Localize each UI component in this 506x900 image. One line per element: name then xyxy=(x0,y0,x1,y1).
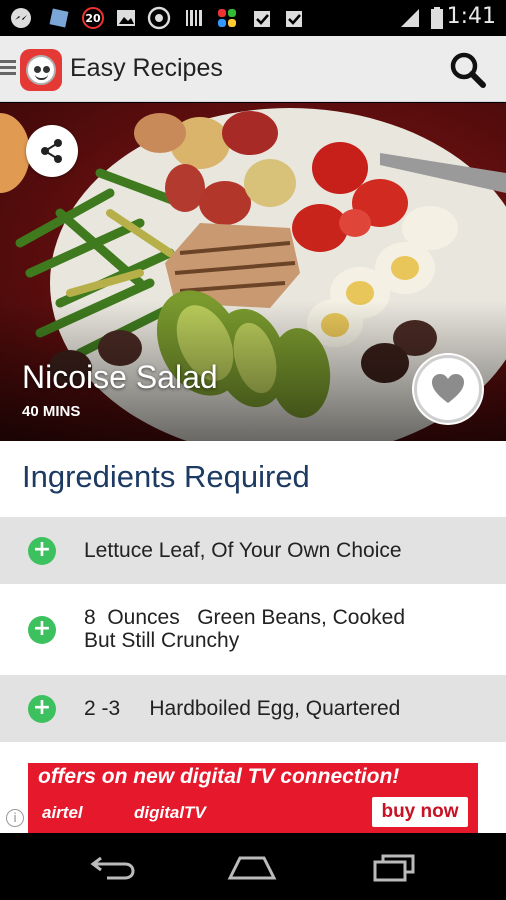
recipe-hero-image: Nicoise Salad 40 MINS xyxy=(0,103,506,441)
back-icon xyxy=(90,856,135,880)
whatsapp-icon xyxy=(146,6,172,30)
ad-banner[interactable]: i offers on new digital TV connection! a… xyxy=(0,763,506,833)
recents-icon xyxy=(373,854,415,882)
favorite-button[interactable] xyxy=(414,355,482,423)
share-icon xyxy=(41,139,62,163)
list-item[interactable]: + 2 -3 Hardboiled Egg, Quartered xyxy=(0,675,506,743)
checklist-icon xyxy=(282,6,306,30)
ad-info-icon[interactable]: i xyxy=(6,809,24,827)
messenger-icon xyxy=(8,6,34,30)
notification-count: 20 xyxy=(85,11,101,25)
ingredient-text: 8 Ounces Green Beans, Cooked But Still C… xyxy=(84,606,406,652)
recents-button[interactable] xyxy=(364,845,424,889)
heart-icon xyxy=(432,374,464,403)
grid-app-icon xyxy=(214,6,240,30)
share-button[interactable] xyxy=(26,125,78,177)
app-title: Easy Recipes xyxy=(70,54,223,82)
cook-time: 40 MINS xyxy=(22,403,81,420)
search-icon xyxy=(450,52,486,88)
hamburger-icon[interactable] xyxy=(0,60,16,78)
add-ingredient-icon[interactable]: + xyxy=(28,537,56,565)
ad-brand: airtel xyxy=(42,803,83,822)
search-button[interactable] xyxy=(448,50,488,90)
image-icon xyxy=(114,6,138,30)
home-button[interactable] xyxy=(222,845,282,889)
ad-creative[interactable]: offers on new digital TV connection! air… xyxy=(28,763,478,833)
app-logo-icon[interactable] xyxy=(20,49,62,91)
ad-headline: offers on new digital TV connection! xyxy=(38,765,400,788)
signal-icon xyxy=(398,6,422,30)
checklist-icon xyxy=(250,6,274,30)
shield-icon xyxy=(46,6,72,30)
home-icon xyxy=(227,856,277,880)
ingredients-title: Ingredients Required xyxy=(22,459,310,494)
add-ingredient-icon[interactable]: + xyxy=(28,616,56,644)
app-bar: Easy Recipes xyxy=(0,36,506,102)
system-nav-bar xyxy=(0,833,506,900)
add-ingredient-icon[interactable]: + xyxy=(28,695,56,723)
back-button[interactable] xyxy=(82,845,142,889)
ad-product: digitalTV xyxy=(134,803,206,822)
ingredients-list: + Lettuce Leaf, Of Your Own Choice + 8 O… xyxy=(0,517,506,743)
ad-buy-now-button[interactable]: buy now xyxy=(372,797,468,827)
list-item[interactable]: + 8 Ounces Green Beans, Cooked But Still… xyxy=(0,585,506,675)
status-time: 1:41 xyxy=(446,4,496,29)
notification-20-icon: 20 xyxy=(80,6,106,30)
battery-icon xyxy=(428,6,446,30)
recipe-name: Nicoise Salad xyxy=(22,359,218,395)
status-bar: 20 1:41 xyxy=(0,0,506,36)
list-item[interactable]: + Lettuce Leaf, Of Your Own Choice xyxy=(0,517,506,585)
ingredient-text: 2 -3 Hardboiled Egg, Quartered xyxy=(84,697,401,720)
barcode-icon xyxy=(182,6,206,30)
ingredient-text: Lettuce Leaf, Of Your Own Choice xyxy=(84,539,402,562)
ingredients-section: Ingredients Required + Lettuce Leaf, Of … xyxy=(0,441,506,763)
